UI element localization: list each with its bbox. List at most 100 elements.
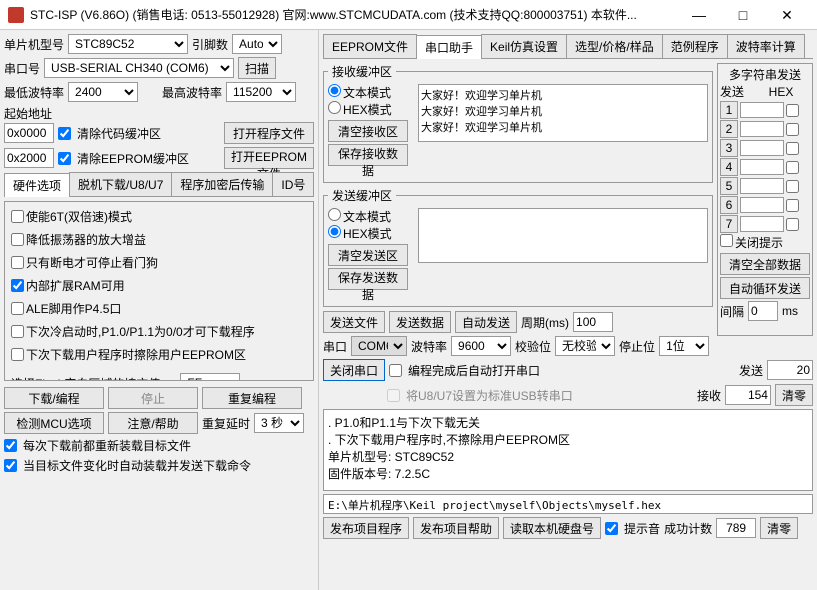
stopbit-select[interactable]: 1位 xyxy=(659,336,709,356)
mb-6-input[interactable] xyxy=(740,197,784,213)
opt-ale-checkbox[interactable] xyxy=(11,302,24,315)
autoload-checkbox[interactable] xyxy=(4,459,17,472)
addr1-input[interactable] xyxy=(4,123,54,143)
port-select[interactable]: USB-SERIAL CH340 (COM6) xyxy=(44,58,234,78)
tab-serial-helper[interactable]: 串口助手 xyxy=(416,35,482,59)
mb-1-hex[interactable] xyxy=(786,104,799,117)
opt-wdt-checkbox[interactable] xyxy=(11,256,24,269)
port2-label: 串口 xyxy=(323,338,347,355)
auto-send-button[interactable]: 自动发送 xyxy=(455,311,517,333)
rcv-text-radio[interactable] xyxy=(328,84,341,97)
maxbaud-select[interactable]: 115200 xyxy=(226,82,296,102)
tx-value xyxy=(767,360,813,380)
clear-zero2-button[interactable]: 清零 xyxy=(760,517,798,539)
scan-button[interactable]: 扫描 xyxy=(238,57,276,79)
mb-4[interactable]: 4 xyxy=(720,158,738,176)
log-area[interactable]: . P1.0和P1.1与下次下载无关 . 下次下载用户程序时,不擦除用户EEPR… xyxy=(323,409,813,491)
flash-fill-select[interactable]: FF xyxy=(180,373,240,381)
mb-2[interactable]: 2 xyxy=(720,120,738,138)
opt-6t-checkbox[interactable] xyxy=(11,210,24,223)
send-file-button[interactable]: 发送文件 xyxy=(323,311,385,333)
startaddr-label: 起始地址 xyxy=(4,105,314,122)
tab-id[interactable]: ID号 xyxy=(272,172,314,196)
tab-offline[interactable]: 脱机下载/U8/U7 xyxy=(69,172,172,196)
rcv-hex-radio[interactable] xyxy=(328,101,341,114)
clear-snd-button[interactable]: 清空发送区 xyxy=(328,244,408,266)
mb-3[interactable]: 3 xyxy=(720,139,738,157)
period-input[interactable] xyxy=(573,312,613,332)
reprogram-button[interactable]: 重复编程 xyxy=(202,387,302,409)
opt-ram-checkbox[interactable] xyxy=(11,279,24,292)
snd-hex-radio[interactable] xyxy=(328,225,341,238)
mb-1-input[interactable] xyxy=(740,102,784,118)
clear-code-checkbox[interactable] xyxy=(58,127,71,140)
auto-open-checkbox[interactable] xyxy=(389,364,402,377)
save-rcv-button[interactable]: 保存接收数据 xyxy=(328,144,408,166)
pub-prog-button[interactable]: 发布项目程序 xyxy=(323,517,409,539)
opt-cold-checkbox[interactable] xyxy=(11,325,24,338)
mb-5[interactable]: 5 xyxy=(720,177,738,195)
pins-select[interactable]: Auto xyxy=(232,34,282,54)
snd-textarea[interactable] xyxy=(418,208,708,263)
clear-all-button[interactable]: 清空全部数据 xyxy=(720,253,810,275)
reload-checkbox[interactable] xyxy=(4,439,17,452)
mb-7-input[interactable] xyxy=(740,216,784,232)
help-button[interactable]: 注意/帮助 xyxy=(108,412,198,434)
clear-rcv-button[interactable]: 清空接收区 xyxy=(328,120,408,142)
tab-price[interactable]: 选型/价格/样品 xyxy=(566,34,663,58)
mb-3-input[interactable] xyxy=(740,140,784,156)
snd-text-radio[interactable] xyxy=(328,208,341,221)
mb-4-hex[interactable] xyxy=(786,161,799,174)
mb-2-input[interactable] xyxy=(740,121,784,137)
interval-input[interactable] xyxy=(748,301,778,321)
check-mcu-button[interactable]: 检测MCU选项 xyxy=(4,412,104,434)
mb-3-hex[interactable] xyxy=(786,142,799,155)
opt-gain-checkbox[interactable] xyxy=(11,233,24,246)
clear-zero-button[interactable]: 清零 xyxy=(775,384,813,406)
mb-6[interactable]: 6 xyxy=(720,196,738,214)
parity-select[interactable]: 无校验 xyxy=(555,336,615,356)
send-data-button[interactable]: 发送数据 xyxy=(389,311,451,333)
mb-2-hex[interactable] xyxy=(786,123,799,136)
rcv-textarea[interactable]: 大家好！欢迎学习单片机 大家好！欢迎学习单片机 大家好！欢迎学习单片机 xyxy=(418,84,708,142)
close-button[interactable]: ✕ xyxy=(765,1,809,29)
port2-select[interactable]: COM6 xyxy=(351,336,407,356)
clear-code-label: 清除代码缓冲区 xyxy=(77,125,161,142)
mcu-select[interactable]: STC89C52 xyxy=(68,34,188,54)
mb-6-hex[interactable] xyxy=(786,199,799,212)
options-panel: 使能6T(双倍速)模式 降低振荡器的放大增益 只有断电才可停止看门狗 内部扩展R… xyxy=(4,201,314,381)
tab-hardware[interactable]: 硬件选项 xyxy=(4,173,70,197)
mb-7-hex[interactable] xyxy=(786,218,799,231)
download-button[interactable]: 下载/编程 xyxy=(4,387,104,409)
close-port-button[interactable]: 关闭串口 xyxy=(323,359,385,381)
auto-cycle-button[interactable]: 自动循环发送 xyxy=(720,277,810,299)
clear-eeprom-checkbox[interactable] xyxy=(58,152,71,165)
minimize-button[interactable]: — xyxy=(677,1,721,29)
open-eeprom-button[interactable]: 打开EEPROM文件 xyxy=(224,147,314,169)
tab-encrypt[interactable]: 程序加密后传输 xyxy=(171,172,273,196)
read-disk-button[interactable]: 读取本机硬盘号 xyxy=(503,517,601,539)
close-hint-checkbox[interactable] xyxy=(720,234,733,247)
opt-erase-checkbox[interactable] xyxy=(11,348,24,361)
baud-select[interactable]: 9600 xyxy=(451,336,511,356)
maximize-button[interactable]: □ xyxy=(721,1,765,29)
addr2-input[interactable] xyxy=(4,148,54,168)
mb-4-input[interactable] xyxy=(740,159,784,175)
pub-help-button[interactable]: 发布项目帮助 xyxy=(413,517,499,539)
tab-keil[interactable]: Keil仿真设置 xyxy=(481,34,567,58)
tab-example[interactable]: 范例程序 xyxy=(662,34,728,58)
mb-1[interactable]: 1 xyxy=(720,101,738,119)
success-value xyxy=(716,518,756,538)
save-snd-button[interactable]: 保存发送数据 xyxy=(328,268,408,290)
pins-label: 引脚数 xyxy=(192,36,228,53)
open-prog-button[interactable]: 打开程序文件 xyxy=(224,122,314,144)
snd-group-label: 发送缓冲区 xyxy=(328,187,396,204)
mb-5-input[interactable] xyxy=(740,178,784,194)
beep-checkbox[interactable] xyxy=(605,522,618,535)
delay-select[interactable]: 3 秒 xyxy=(254,413,304,433)
tab-baudcalc[interactable]: 波特率计算 xyxy=(727,34,805,58)
minbaud-select[interactable]: 2400 xyxy=(68,82,138,102)
mb-5-hex[interactable] xyxy=(786,180,799,193)
mb-7[interactable]: 7 xyxy=(720,215,738,233)
tab-eeprom-file[interactable]: EEPROM文件 xyxy=(323,34,417,58)
